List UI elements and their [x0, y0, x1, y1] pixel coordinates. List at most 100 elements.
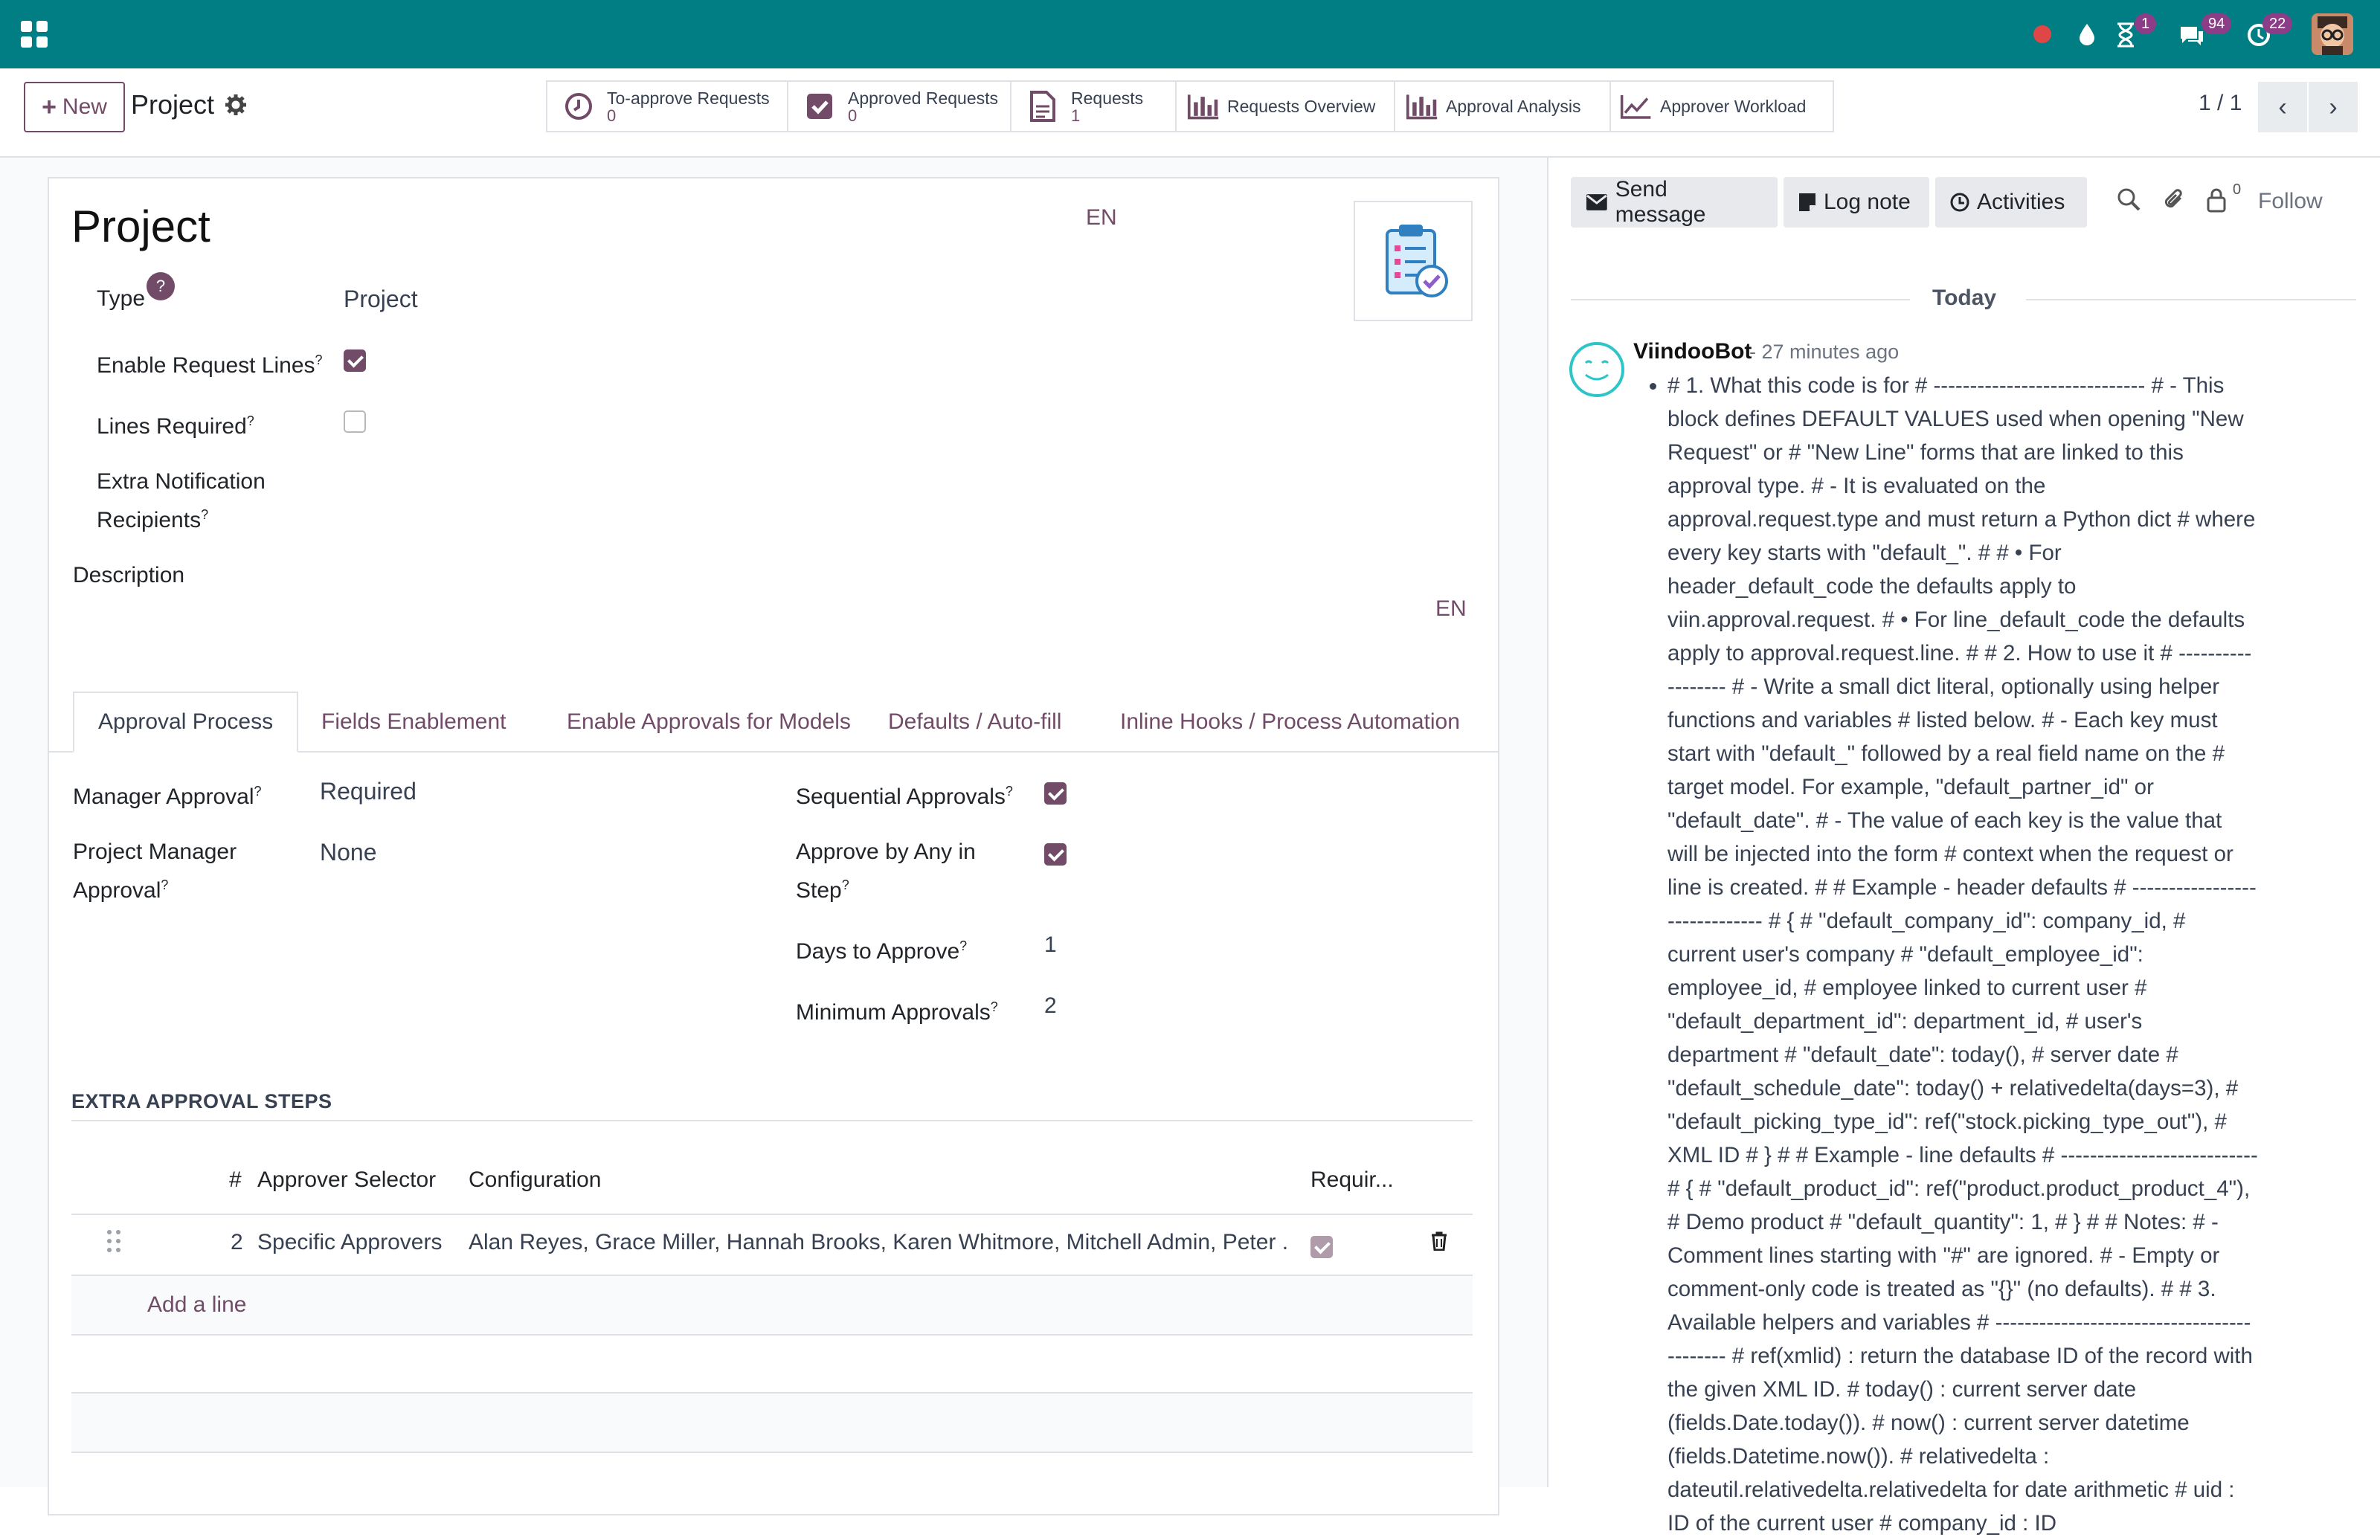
drop-icon[interactable] [2072, 13, 2102, 55]
days-to-approve-label: Days to Approve? [796, 938, 968, 964]
message-body: # 1. What this code is for # -----------… [1633, 369, 2258, 1540]
column-header-approver-selector[interactable]: Approver Selector [257, 1167, 436, 1193]
breadcrumb: Project [131, 89, 215, 120]
tab-enable-approvals-for-models[interactable]: Enable Approvals for Models [543, 692, 875, 753]
extra-notification-label: Extra Notification Recipients? [97, 469, 266, 532]
section-divider [71, 1120, 1473, 1121]
clipboard-check-icon [1386, 225, 1448, 297]
chevron-left-icon: ‹ [2278, 92, 2287, 121]
bot-avatar[interactable] [1569, 342, 1624, 397]
tab-defaults-auto-fill[interactable]: Defaults / Auto-fill [864, 692, 1085, 753]
notebook-tabs: Approval Process Fields Enablement Enabl… [48, 692, 1499, 753]
enable-request-lines-checkbox[interactable] [344, 349, 366, 372]
check-square-icon [803, 90, 836, 123]
log-note-button[interactable]: Log note [1784, 177, 1929, 228]
description-language-button[interactable]: EN [1435, 596, 1467, 622]
minimum-approvals-value[interactable]: 2 [1044, 993, 1057, 1019]
lines-required-checkbox[interactable] [344, 410, 366, 433]
tab-inline-hooks[interactable]: Inline Hooks / Process Automation [1096, 692, 1484, 753]
smart-button-approver-workload[interactable]: Approver Workload [1609, 80, 1834, 132]
row-required-checkbox[interactable] [1310, 1236, 1333, 1258]
message-author[interactable]: ViindooBot [1633, 339, 1752, 364]
date-separator: Today [1932, 286, 1997, 310]
send-message-button[interactable]: Send message [1571, 177, 1778, 228]
smart-button-approved[interactable]: Approved Requests 0 [787, 80, 1012, 132]
activity-count-badge: 1 [2135, 13, 2157, 34]
add-line-row [71, 1276, 1473, 1334]
smart-button-requests[interactable]: Requests 1 [1010, 80, 1177, 132]
paperclip-icon[interactable] [2163, 187, 2187, 219]
smart-button-to-approve[interactable]: To-approve Requests 0 [546, 80, 788, 132]
help-icon[interactable]: ? [147, 272, 176, 300]
type-value[interactable]: Project [344, 286, 418, 313]
project-manager-approval-label: Project Manager Approval? [73, 840, 237, 903]
sequential-approvals-label: Sequential Approvals? [796, 784, 1013, 809]
message-text: # 1. What this code is for # -----------… [1667, 369, 2258, 1540]
column-header-required[interactable]: Requir... [1310, 1167, 1394, 1193]
approve-by-any-checkbox[interactable] [1044, 843, 1067, 866]
row-divider [71, 1452, 1473, 1453]
minimum-approvals-label: Minimum Approvals? [796, 999, 998, 1025]
activities-button[interactable]: Activities [1935, 177, 2087, 228]
top-navbar: 1 94 22 [0, 0, 2380, 68]
record-title[interactable]: Project [71, 201, 210, 252]
bar-chart-icon [1187, 90, 1220, 123]
new-button[interactable]: + New [24, 82, 125, 132]
search-icon[interactable] [2117, 187, 2141, 217]
messages-icon[interactable]: 94 [2178, 13, 2237, 55]
row-approver-selector[interactable]: Specific Approvers [257, 1230, 442, 1255]
lines-required-label: Lines Required? [97, 413, 254, 439]
trash-icon[interactable] [1431, 1231, 1447, 1251]
description-label: Description [73, 563, 185, 587]
recording-indicator-icon[interactable] [2027, 13, 2057, 55]
note-icon [1799, 193, 1815, 211]
column-header-sequence[interactable]: # [229, 1167, 242, 1193]
smiley-icon [1584, 360, 1609, 381]
table-header-divider [71, 1214, 1473, 1215]
smart-button-requests-overview[interactable]: Requests Overview [1175, 80, 1395, 132]
bar-chart-icon [1406, 90, 1438, 123]
tab-fields-enablement[interactable]: Fields Enablement [298, 692, 530, 753]
manager-approval-label: Manager Approval? [73, 784, 262, 809]
project-manager-approval-value[interactable]: None [320, 839, 377, 866]
clock-icon [562, 90, 595, 123]
updates-icon[interactable]: 22 [2246, 13, 2298, 55]
followers-count: 0 [2233, 181, 2242, 198]
date-separator-line [1571, 299, 1910, 300]
messages-count-badge: 94 [2202, 13, 2232, 34]
column-header-configuration[interactable]: Configuration [469, 1167, 601, 1193]
manager-approval-value[interactable]: Required [320, 778, 416, 805]
pager-previous-button[interactable]: ‹ [2258, 82, 2307, 132]
chevron-right-icon: › [2329, 92, 2338, 121]
extra-notification-recipients-input[interactable] [344, 476, 1459, 506]
extra-approval-steps-title: EXTRA APPROVAL STEPS [71, 1090, 332, 1112]
line-chart-icon [1620, 90, 1653, 123]
enable-request-lines-label: Enable Request Lines? [97, 352, 323, 378]
pager-value[interactable]: 1 / 1 [2199, 91, 2242, 116]
follow-button[interactable]: Follow [2258, 189, 2323, 214]
document-icon [1026, 90, 1059, 123]
sequential-approvals-checkbox[interactable] [1044, 782, 1067, 805]
add-a-line-link[interactable]: Add a line [147, 1292, 246, 1318]
days-to-approve-value[interactable]: 1 [1044, 932, 1057, 958]
followers-lock-icon[interactable] [2206, 187, 2227, 219]
activity-icon[interactable]: 1 [2115, 13, 2167, 55]
type-image[interactable] [1354, 201, 1473, 321]
type-label: Type? [97, 272, 176, 315]
drag-handle-icon[interactable] [107, 1230, 120, 1252]
message-time: - 27 minutes ago [1749, 341, 1900, 363]
description-editor[interactable] [73, 595, 1412, 654]
tab-approval-process[interactable]: Approval Process [73, 692, 299, 753]
gear-icon[interactable] [225, 94, 247, 122]
updates-count-badge: 22 [2262, 13, 2293, 34]
empty-row [71, 1394, 1473, 1452]
apps-menu-icon[interactable] [21, 21, 48, 48]
row-configuration[interactable]: Alan Reyes, Grace Miller, Hannah Brooks,… [469, 1230, 1287, 1255]
user-avatar[interactable] [2312, 13, 2353, 55]
pager-next-button[interactable]: › [2309, 82, 2358, 132]
title-language-button[interactable]: EN [1086, 205, 1117, 231]
date-separator-line [2026, 299, 2356, 300]
row-divider [71, 1334, 1473, 1336]
smart-button-approval-analysis[interactable]: Approval Analysis [1394, 80, 1611, 132]
control-panel: + New Project To-approve Requests 0 Appro… [0, 68, 2380, 158]
